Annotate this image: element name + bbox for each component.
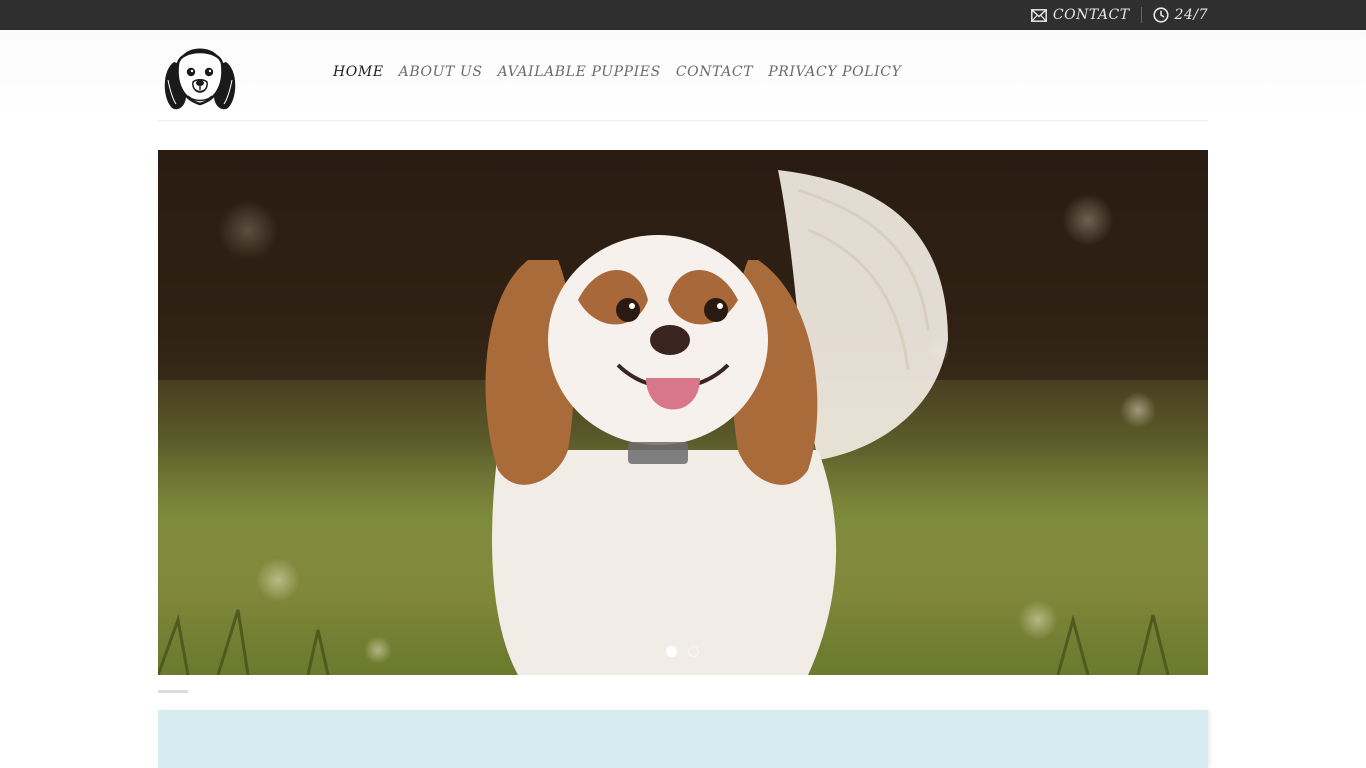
nav-item-contact[interactable]: CONTACT	[676, 64, 753, 80]
site-logo[interactable]	[160, 40, 240, 114]
nav-item-home[interactable]: HOME	[333, 64, 384, 80]
envelope-icon	[1030, 8, 1047, 22]
slider-dots	[666, 646, 710, 657]
content-panel	[158, 710, 1208, 768]
main-nav: HOME ABOUT US AVAILABLE PUPPIES CONTACT …	[333, 64, 916, 80]
spaniel-dog-head-logo-icon	[164, 48, 236, 110]
nav-item-available-puppies[interactable]: AVAILABLE PUPPIES	[498, 64, 661, 80]
hero-image	[158, 150, 1208, 675]
topbar-hours-label: 24/7	[1174, 7, 1208, 23]
topbar-contact-link[interactable]: CONTACT	[1030, 7, 1130, 23]
nav-item-privacy-policy[interactable]: PRIVACY POLICY	[768, 64, 901, 80]
topbar-divider	[1140, 7, 1142, 23]
slider-dot-1[interactable]	[666, 646, 677, 657]
hero-slider[interactable]	[158, 150, 1208, 675]
topbar-hours: 24/7	[1152, 7, 1208, 23]
top-bar-links: CONTACT 24/7	[1030, 0, 1208, 30]
slider-dot-2[interactable]	[688, 646, 699, 657]
nav-item-about-us[interactable]: ABOUT US	[399, 64, 483, 80]
top-bar: CONTACT 24/7	[0, 0, 1366, 30]
header-divider	[158, 120, 1208, 121]
topbar-contact-label: CONTACT	[1052, 7, 1130, 23]
clock-icon	[1152, 7, 1169, 23]
section-divider	[158, 690, 188, 693]
